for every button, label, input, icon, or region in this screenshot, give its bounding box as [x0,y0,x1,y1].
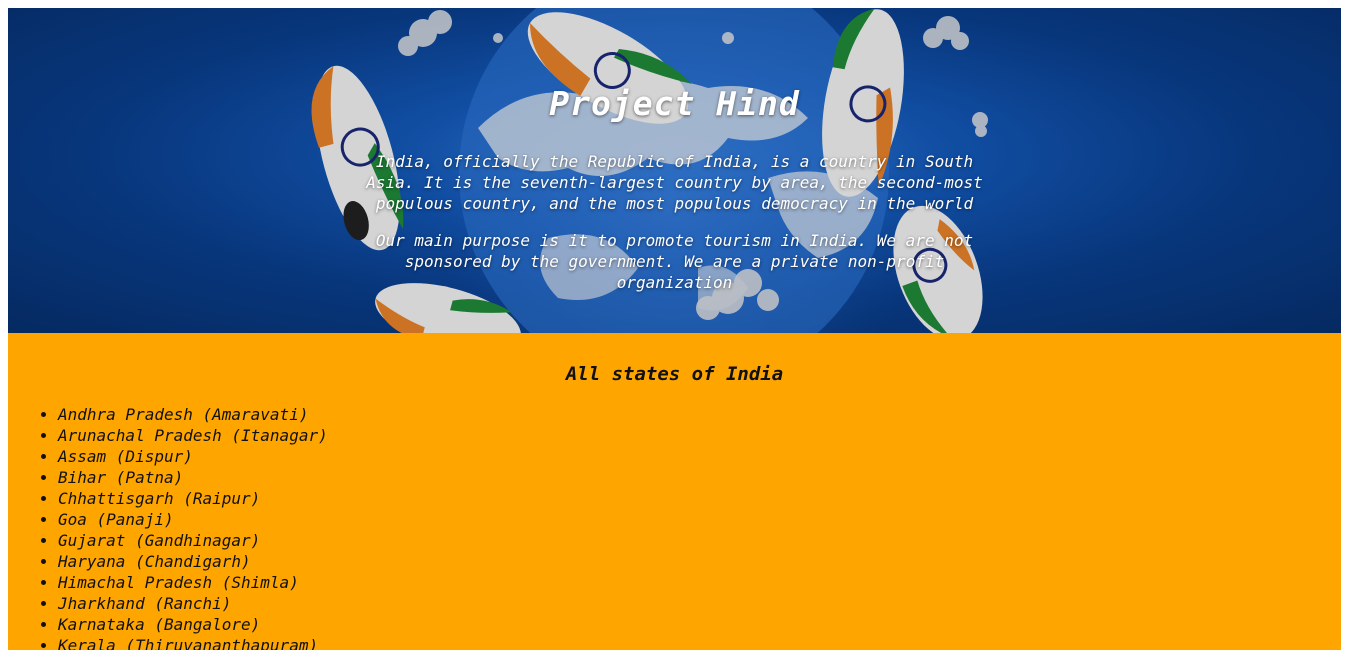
hero-banner: Project Hind India, officially the Repub… [8,8,1341,333]
list-item: Assam (Dispur) [58,446,1341,467]
page-title: Project Hind [549,84,800,123]
purpose-paragraph: Our main purpose is it to promote touris… [375,231,974,292]
hero-text: Project Hind India, officially the Repub… [8,8,1341,293]
list-item: Goa (Panaji) [58,509,1341,530]
states-section: All states of India Andhra Pradesh (Amar… [8,333,1341,650]
list-item: Himachal Pradesh (Shimla) [58,572,1341,593]
list-item: Haryana (Chandigarh) [58,551,1341,572]
list-item: Andhra Pradesh (Amaravati) [58,404,1341,425]
list-item: Karnataka (Bangalore) [58,614,1341,635]
states-heading: All states of India [565,363,784,385]
list-item: Chhattisgarh (Raipur) [58,488,1341,509]
list-item: Jharkhand (Ranchi) [58,593,1341,614]
page: Project Hind India, officially the Repub… [8,8,1341,650]
list-item: Gujarat (Gandhinagar) [58,530,1341,551]
list-item: Kerala (Thiruvananthapuram) [58,635,1341,650]
intro-paragraph: India, officially the Republic of India,… [366,152,983,213]
list-item: Bihar (Patna) [58,467,1341,488]
states-list: Andhra Pradesh (Amaravati) Arunachal Pra… [8,404,1341,650]
list-item: Arunachal Pradesh (Itanagar) [58,425,1341,446]
